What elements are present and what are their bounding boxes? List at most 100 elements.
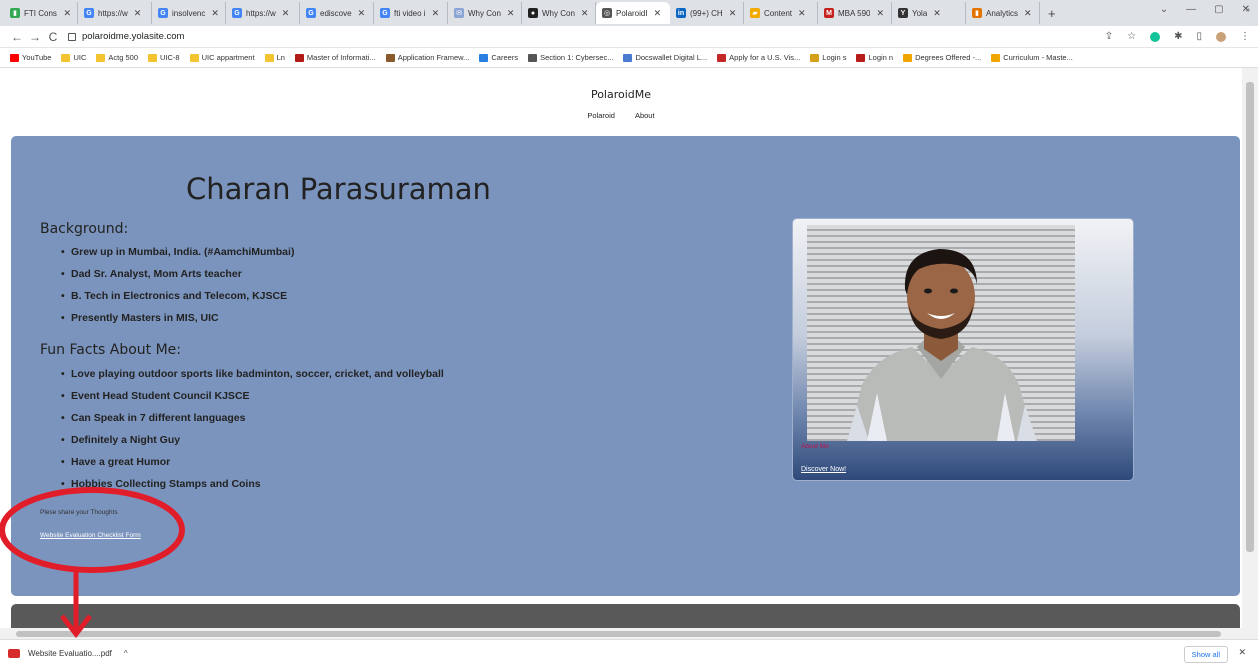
browser-tab[interactable]: in (99+) CH ✕ bbox=[670, 2, 744, 24]
vertical-scrollbar[interactable] bbox=[1242, 68, 1258, 628]
extensions-puzzle-icon[interactable]: ✱ bbox=[1174, 31, 1182, 42]
site-title[interactable]: PolaroidMe bbox=[0, 88, 1242, 101]
bookmark-item[interactable]: Login s bbox=[810, 53, 846, 62]
bookmark-item[interactable]: Actg 500 bbox=[96, 53, 138, 62]
pdf-file-icon bbox=[8, 649, 20, 658]
bookmark-favicon-icon bbox=[528, 53, 538, 62]
browser-tab[interactable]: Ghttps://w ✕ bbox=[226, 2, 300, 24]
site-nav-polaroid[interactable]: Polaroid bbox=[587, 111, 615, 120]
bookmark-item[interactable]: Careers bbox=[479, 53, 518, 62]
restore-icon[interactable]: ▢ bbox=[1214, 4, 1223, 15]
tab-close-icon[interactable]: ✕ bbox=[63, 8, 71, 19]
bookmark-favicon-icon bbox=[623, 53, 633, 62]
side-panel-icon[interactable]: ▯ bbox=[1196, 31, 1202, 42]
polaroid-card: About Me Discover Now! bbox=[792, 218, 1134, 481]
browser-tab[interactable]: ◎ PolaroidI ✕ bbox=[596, 2, 670, 24]
back-icon[interactable]: ← bbox=[8, 30, 26, 44]
tab-close-icon[interactable]: ✕ bbox=[282, 8, 290, 19]
browser-tab[interactable]: ✉ Why Con ✕ bbox=[448, 2, 522, 24]
show-all-button[interactable]: Show all bbox=[1183, 646, 1228, 663]
bookmark-label: Ln bbox=[276, 53, 285, 62]
bookmark-star-icon[interactable]: ☆ bbox=[1127, 31, 1136, 42]
tab-close-icon[interactable]: ✕ bbox=[134, 8, 142, 19]
list-item: Have a great Humor bbox=[61, 451, 444, 473]
bookmark-favicon-icon bbox=[189, 53, 199, 62]
bookmark-item[interactable]: Docswallet Digital L... bbox=[623, 53, 707, 62]
bookmark-favicon-icon bbox=[385, 53, 395, 62]
tab-favicon-icon: G bbox=[84, 8, 94, 18]
bookmark-item[interactable]: Master of Informati... bbox=[294, 53, 376, 62]
bookmark-item[interactable]: Apply for a U.S. Vis... bbox=[717, 53, 800, 62]
horizontal-scrollbar[interactable] bbox=[0, 628, 1258, 639]
tab-close-icon[interactable]: ✕ bbox=[729, 8, 737, 19]
site-nav-about[interactable]: About bbox=[635, 111, 655, 120]
bookmark-item[interactable]: Degrees Offered -... bbox=[903, 53, 981, 62]
bookmark-item[interactable]: UIC bbox=[61, 53, 86, 62]
footer-bar bbox=[11, 604, 1240, 628]
share-icon[interactable]: ⇪ bbox=[1105, 31, 1113, 42]
tab-title: FTI Consu bbox=[24, 8, 57, 18]
address-url: polaroidme.yolasite.com bbox=[82, 31, 185, 42]
bookmarks-overflow-icon[interactable]: » bbox=[1246, 5, 1250, 14]
tab-close-icon[interactable]: ✕ bbox=[876, 8, 884, 19]
browser-tab[interactable]: ▮ Analytics ✕ bbox=[966, 2, 1040, 24]
bookmark-item[interactable]: Curriculum - Maste... bbox=[991, 53, 1073, 62]
tab-close-icon[interactable]: ✕ bbox=[358, 8, 366, 19]
tab-close-icon[interactable]: ✕ bbox=[654, 8, 662, 19]
bookmark-item[interactable]: UIC-8 bbox=[148, 53, 180, 62]
tab-title: https://w bbox=[98, 8, 128, 18]
bookmark-item[interactable]: YouTube bbox=[10, 53, 51, 62]
bookmark-label: Master of Informati... bbox=[306, 53, 376, 62]
tab-close-icon[interactable]: ✕ bbox=[581, 8, 589, 19]
tab-title: MBA 590 bbox=[838, 8, 871, 18]
browser-tab[interactable]: Ginsolvenc ✕ bbox=[152, 2, 226, 24]
kebab-menu-icon[interactable]: ⋮ bbox=[1240, 31, 1250, 42]
browser-tab[interactable]: ▰ Content ✕ bbox=[744, 2, 818, 24]
bookmark-label: UIC bbox=[73, 53, 87, 62]
tab-close-icon[interactable]: ✕ bbox=[507, 8, 515, 19]
forward-icon[interactable]: → bbox=[26, 30, 44, 44]
tab-strip: ▮FTI Consu✕Ghttps://w✕Ginsolvenc✕Ghttps:… bbox=[0, 0, 1258, 26]
browser-tab[interactable]: Gfti video i ✕ bbox=[374, 2, 448, 24]
tab-favicon-icon: ● bbox=[528, 8, 538, 18]
person-photo-illustration bbox=[847, 249, 1037, 441]
bookmark-label: UIC appartment bbox=[201, 53, 255, 62]
tab-close-icon[interactable]: ✕ bbox=[432, 8, 440, 19]
browser-tab[interactable]: ● Why Con ✕ bbox=[522, 2, 596, 24]
tab-favicon-icon: Y bbox=[898, 8, 908, 18]
browser-tab[interactable]: Ghttps://w ✕ bbox=[78, 2, 152, 24]
tab-search-icon[interactable]: ⌄ bbox=[1160, 4, 1168, 15]
funfacts-heading: Fun Facts About Me: bbox=[40, 342, 182, 358]
bookmark-item[interactable]: Application Framew... bbox=[385, 53, 469, 62]
download-filename[interactable]: Website Evaluatio....pdf bbox=[28, 649, 112, 658]
tab-title: PolaroidI bbox=[616, 8, 648, 18]
bookmark-item[interactable]: UIC appartment bbox=[189, 53, 255, 62]
vertical-scroll-thumb[interactable] bbox=[1246, 82, 1254, 552]
tab-close-icon[interactable]: ✕ bbox=[1024, 8, 1032, 19]
new-tab-button[interactable]: + bbox=[1040, 6, 1064, 21]
bookmark-label: Curriculum - Maste... bbox=[1003, 53, 1073, 62]
tab-close-icon[interactable]: ✕ bbox=[798, 8, 806, 19]
profile-avatar-icon[interactable] bbox=[1216, 31, 1226, 42]
address-bar[interactable]: polaroidme.yolasite.com bbox=[68, 31, 1105, 42]
horizontal-scroll-thumb[interactable] bbox=[16, 631, 1221, 637]
download-bar-close-icon[interactable]: ✕ bbox=[1238, 647, 1246, 658]
discover-now-link[interactable]: Discover Now! bbox=[801, 466, 846, 473]
grammarly-extension-icon[interactable] bbox=[1150, 31, 1161, 42]
minimize-icon[interactable]: — bbox=[1186, 4, 1196, 15]
download-options-icon[interactable]: ^ bbox=[124, 649, 128, 658]
browser-tab[interactable]: Gediscove ✕ bbox=[300, 2, 374, 24]
bookmark-item[interactable]: Ln bbox=[264, 53, 285, 62]
funfacts-list: Love playing outdoor sports like badmint… bbox=[61, 363, 444, 495]
card-about-label: About Me bbox=[801, 443, 829, 450]
browser-tab[interactable]: Y Yola ✕ bbox=[892, 2, 966, 24]
bookmark-item[interactable]: Section 1: Cybersec... bbox=[528, 53, 613, 62]
browser-tab[interactable]: ▮ FTI Consu ✕ bbox=[4, 2, 78, 24]
toolbar-actions: ⇪ ☆ ✱ ▯ ⋮ bbox=[1105, 31, 1250, 42]
browser-tab[interactable]: M MBA 590 ✕ bbox=[818, 2, 892, 24]
bookmark-item[interactable]: Login n bbox=[856, 53, 893, 62]
tab-close-icon[interactable]: ✕ bbox=[933, 8, 941, 19]
tab-close-icon[interactable]: ✕ bbox=[211, 8, 219, 19]
reload-icon[interactable]: C bbox=[44, 30, 62, 44]
evaluation-form-link[interactable]: Website Evaluation Checklist Form bbox=[40, 532, 141, 539]
